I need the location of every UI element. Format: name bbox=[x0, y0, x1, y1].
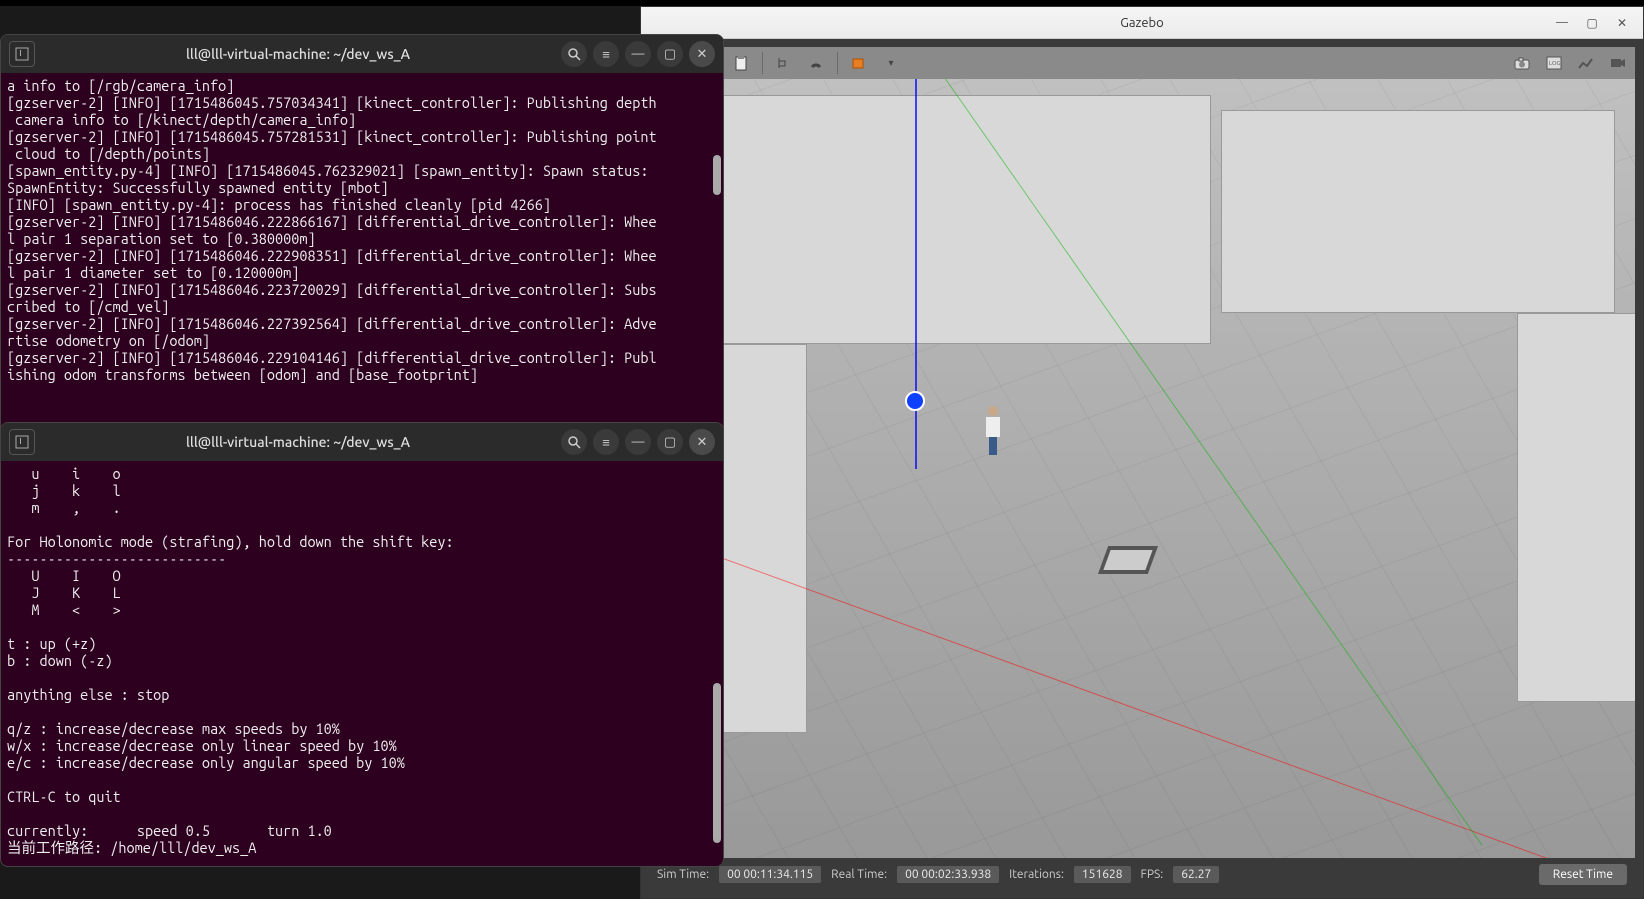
window-controls: — ▢ ✕ bbox=[1555, 16, 1643, 30]
iterations-label: Iterations: bbox=[1009, 868, 1064, 881]
sim-robot[interactable] bbox=[905, 391, 925, 411]
camera-icon[interactable] bbox=[1511, 52, 1533, 74]
sim-time-label: Sim Time: bbox=[657, 868, 709, 881]
search-button[interactable] bbox=[561, 429, 587, 455]
sim-person[interactable] bbox=[984, 406, 1002, 454]
paste-icon[interactable] bbox=[730, 52, 752, 74]
maximize-button[interactable]: ▢ bbox=[657, 41, 683, 67]
terminal-window-1: lll@lll-virtual-machine: ~/dev_ws_A ≡ — … bbox=[0, 34, 724, 459]
real-time-label: Real Time: bbox=[831, 868, 887, 881]
terminal2-output[interactable]: u i o j k l m , . For Holonomic mode (st… bbox=[1, 461, 723, 866]
new-tab-button[interactable] bbox=[9, 429, 35, 455]
align-icon[interactable] bbox=[773, 52, 795, 74]
close-button[interactable]: ✕ bbox=[1615, 16, 1629, 30]
menu-button[interactable]: ≡ bbox=[593, 429, 619, 455]
gazebo-viewport[interactable] bbox=[649, 79, 1635, 858]
sim-table[interactable] bbox=[1097, 546, 1157, 574]
gazebo-content: ▾ LOG Sim Time: 00 bbox=[641, 39, 1643, 898]
gazebo-titlebar[interactable]: Gazebo — ▢ ✕ bbox=[641, 7, 1643, 39]
sim-wall bbox=[1517, 313, 1635, 703]
search-button[interactable] bbox=[561, 41, 587, 67]
maximize-button[interactable]: ▢ bbox=[1585, 16, 1599, 30]
close-button[interactable]: ✕ bbox=[689, 429, 715, 455]
record-icon[interactable] bbox=[1607, 52, 1629, 74]
fps-label: FPS: bbox=[1141, 868, 1164, 881]
minimize-button[interactable]: — bbox=[625, 429, 651, 455]
close-button[interactable]: ✕ bbox=[689, 41, 715, 67]
terminal2-title: lll@lll-virtual-machine: ~/dev_ws_A bbox=[41, 434, 555, 450]
maximize-button[interactable]: ▢ bbox=[657, 429, 683, 455]
svg-text:LOG: LOG bbox=[1549, 60, 1561, 67]
terminal1-titlebar[interactable]: lll@lll-virtual-machine: ~/dev_ws_A ≡ — … bbox=[1, 35, 723, 73]
minimize-button[interactable]: — bbox=[1555, 16, 1569, 30]
minimize-button[interactable]: — bbox=[625, 41, 651, 67]
fps-value: 62.27 bbox=[1173, 866, 1219, 883]
new-tab-button[interactable] bbox=[9, 41, 35, 67]
gazebo-window: Gazebo — ▢ ✕ ▾ LOG bbox=[640, 6, 1644, 899]
log-icon[interactable]: LOG bbox=[1543, 52, 1565, 74]
plot-icon[interactable] bbox=[1575, 52, 1597, 74]
sim-wall bbox=[1221, 110, 1615, 313]
terminal1-scrollbar[interactable] bbox=[713, 155, 721, 195]
terminal2-scrollbar[interactable] bbox=[713, 683, 721, 843]
reset-time-button[interactable]: Reset Time bbox=[1539, 864, 1627, 885]
gazebo-title: Gazebo bbox=[1120, 16, 1164, 30]
terminal-window-2: lll@lll-virtual-machine: ~/dev_ws_A ≡ — … bbox=[0, 422, 724, 867]
gazebo-toolbar: ▾ LOG bbox=[649, 47, 1635, 79]
terminal2-titlebar[interactable]: lll@lll-virtual-machine: ~/dev_ws_A ≡ — … bbox=[1, 423, 723, 461]
menu-button[interactable]: ≡ bbox=[593, 41, 619, 67]
toolbar-separator bbox=[837, 52, 838, 74]
terminal1-output[interactable]: a info to [/rgb/camera_info] [gzserver-2… bbox=[1, 73, 723, 458]
sim-time-value: 00 00:11:34.115 bbox=[719, 866, 821, 883]
real-time-value: 00 00:02:33.938 bbox=[897, 866, 999, 883]
gazebo-status-bar: Sim Time: 00 00:11:34.115 Real Time: 00 … bbox=[649, 858, 1635, 890]
iterations-value: 151628 bbox=[1074, 866, 1131, 883]
box-tool-icon[interactable] bbox=[848, 52, 870, 74]
snap-icon[interactable] bbox=[805, 52, 827, 74]
sim-wall bbox=[669, 95, 1211, 344]
toolbar-separator bbox=[762, 52, 763, 74]
more-icon[interactable]: ▾ bbox=[880, 52, 902, 74]
terminal1-title: lll@lll-virtual-machine: ~/dev_ws_A bbox=[41, 46, 555, 62]
